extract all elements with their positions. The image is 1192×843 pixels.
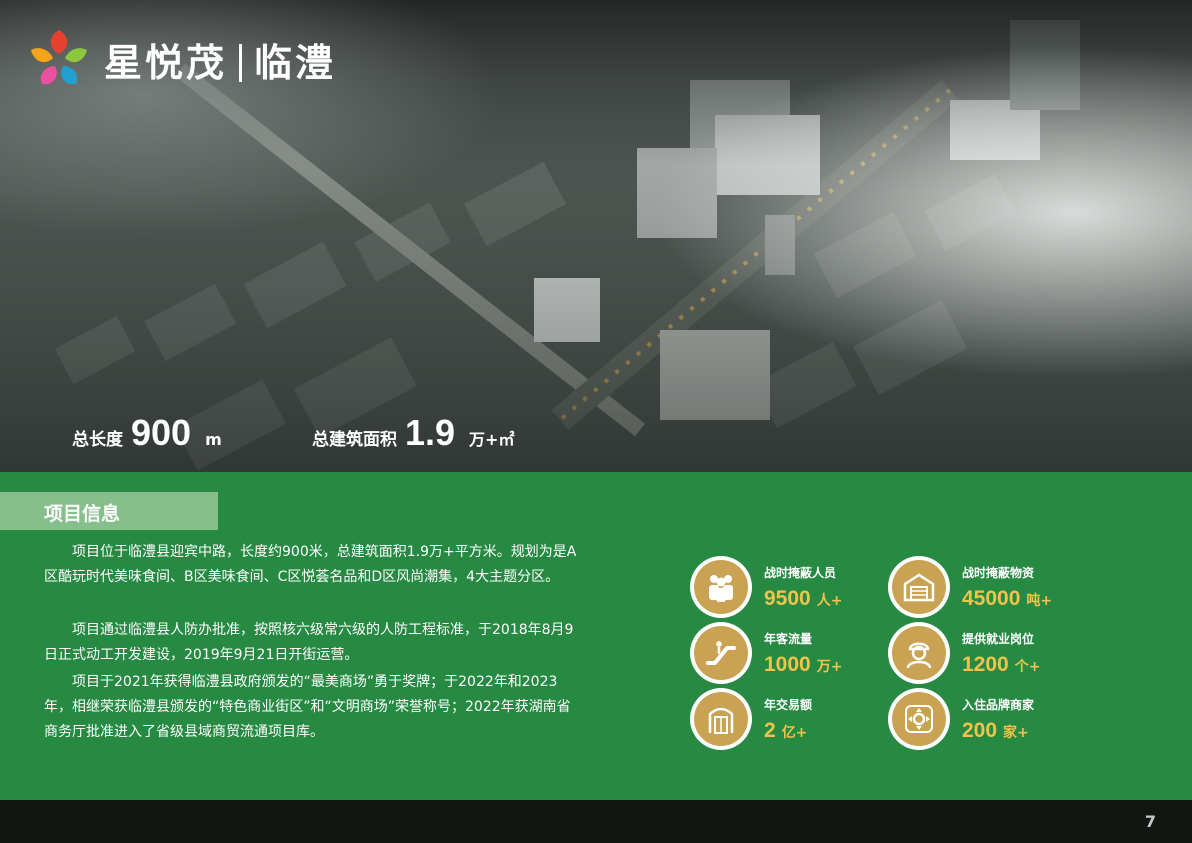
warehouse-icon [903, 573, 935, 602]
paragraph-awards: 项目于2021年获得临澧县政府颁发的“最美商场”勇于奖牌；于2022年和2023… [44, 674, 571, 740]
brand-wordmark: 星悦茂 临澧 [104, 32, 336, 87]
stat-value: 1.9 [405, 412, 456, 453]
brand-divider [239, 43, 243, 82]
worker-icon [906, 642, 932, 669]
metric-value: 200 [962, 718, 998, 742]
metric-value-line: 1000 万+ [764, 653, 842, 677]
brand-logo: 星悦茂 临澧 [26, 26, 336, 92]
page-footer: 7 [0, 800, 1192, 843]
metric-icon-ring [690, 622, 752, 684]
metric-jobs: 提供就业岗位 1200 个+ [888, 622, 1040, 684]
paragraph-location: 项目位于临澧县迎宾中路，长度约900米，总建筑面积1.9万+平方米。规划为是A区… [44, 544, 577, 585]
metric-value-line: 2 亿+ [764, 719, 812, 743]
star-petal-logo-icon [31, 30, 87, 85]
metric-brands: 入住品牌商家 200 家+ [888, 688, 1034, 750]
stat-building-area: 总建筑面积 1.9 万+㎡ [312, 412, 514, 454]
metric-value-line: 200 家+ [962, 719, 1034, 743]
metric-label: 战时掩蔽人员 [764, 565, 837, 580]
paragraph-construction: 项目通过临澧县人防办批准，按照核六级常六级的人防工程标准，于2018年8月9日正… [44, 622, 574, 663]
metric-label: 入住品牌商家 [962, 697, 1035, 712]
metric-label: 提供就业岗位 [962, 631, 1035, 646]
metric-shelter-people: 战时掩蔽人员 9500 人+ [690, 556, 842, 618]
metric-label: 年客流量 [764, 631, 813, 646]
metric-value: 2 [764, 718, 776, 742]
metric-label: 战时掩蔽物资 [962, 565, 1035, 580]
metric-label: 年交易额 [764, 697, 813, 712]
metric-value: 9500 [764, 586, 811, 610]
metric-unit: 万+ [816, 658, 843, 675]
section-title-tab: 项目信息 [0, 492, 218, 530]
people-icon [709, 575, 733, 602]
metric-icon-ring [690, 556, 752, 618]
metric-icon-ring [888, 556, 950, 618]
brand-name: 星悦茂 [104, 40, 228, 85]
metric-unit: 吨+ [1026, 592, 1053, 609]
metric-icon-ring [690, 688, 752, 750]
metric-value-line: 9500 人+ [764, 587, 842, 611]
brand-compass-icon [905, 705, 933, 733]
metric-value: 1200 [962, 652, 1009, 676]
metric-value: 45000 [962, 586, 1021, 610]
section-title: 项目信息 [44, 503, 121, 525]
aerial-render: 星悦茂 临澧 总长度 900 m 总建筑面积 1.9 万+㎡ [0, 0, 1192, 472]
stat-label: 总长度 [72, 430, 123, 450]
stat-total-length: 总长度 900 m [72, 412, 222, 454]
brand-city: 临澧 [254, 40, 337, 85]
project-info-section: 项目信息 项目位于临澧县迎宾中路，长度约900米，总建筑面积1.9万+平方米。规… [0, 472, 1192, 800]
stat-value: 900 [131, 412, 192, 453]
page-number: 7 [1144, 812, 1156, 831]
escalator-icon [706, 641, 736, 665]
metric-unit: 个+ [1014, 658, 1041, 675]
stat-unit: m [205, 430, 222, 449]
metric-value: 1000 [764, 652, 811, 676]
metric-icon-ring [888, 688, 950, 750]
stat-unit: 万+㎡ [469, 430, 515, 449]
brochure-page: 星悦茂 临澧 总长度 900 m 总建筑面积 1.9 万+㎡ 项目信息 项目位于临… [0, 0, 1192, 843]
stat-label: 总建筑面积 [312, 430, 397, 450]
metric-unit: 家+ [1003, 724, 1029, 741]
metric-value-line: 1200 个+ [962, 653, 1040, 677]
metric-unit: 人+ [816, 592, 843, 609]
metric-unit: 亿+ [781, 724, 808, 741]
metric-value-line: 45000 吨+ [962, 587, 1052, 611]
metric-annual-turnover: 年交易额 2 亿+ [690, 688, 812, 750]
metric-icon-ring [888, 622, 950, 684]
metric-annual-traffic: 年客流量 1000 万+ [690, 622, 842, 684]
metric-shelter-supplies: 战时掩蔽物资 45000 吨+ [888, 556, 1052, 618]
storefront-icon [708, 707, 734, 734]
